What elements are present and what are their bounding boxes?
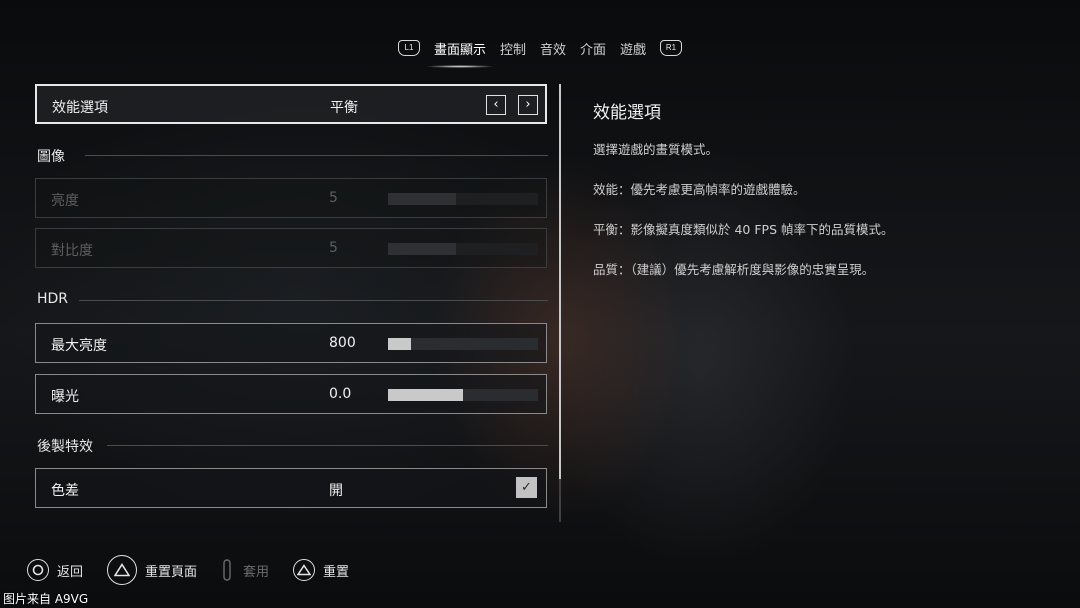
section-divider [107,445,548,446]
description-line: 品質：（建議）優先考慮解析度與影像的忠實呈現。 [593,262,875,277]
reset-label: 重置 [323,564,350,580]
setting-label: 色差 [51,483,79,499]
section-divider [79,300,548,301]
l1-button-icon[interactable]: L1 [397,40,420,56]
chevron-right-icon[interactable]: › [518,95,538,115]
setting-label: 亮度 [51,193,79,209]
apply-hint: 套用 [221,559,269,581]
slider-fill [388,243,456,255]
tab-controls[interactable]: 控制 [500,35,526,62]
setting-max-brightness[interactable]: 最大亮度 800 [35,323,547,363]
scrollbar-thumb[interactable] [559,84,561,479]
tab-interface[interactable]: 介面 [580,35,606,62]
reset-hint[interactable]: 重置 [293,559,349,581]
setting-performance-mode[interactable]: 效能選項 平衡 ‹ › [35,84,547,124]
image-credit: 图片来自 A9VG [3,592,89,606]
setting-value: 5 [329,240,338,256]
triangle-button-icon [107,555,138,585]
back-hint[interactable]: 返回 [27,559,83,581]
setting-chromatic-aberration[interactable]: 色差 開 ✓ [35,468,547,508]
section-title: 圖像 [37,149,65,165]
setting-label: 效能選項 [52,100,108,116]
r1-button-icon[interactable]: R1 [660,40,683,56]
back-label: 返回 [57,564,84,580]
section-title: HDR [37,291,69,307]
exposure-slider[interactable] [388,389,538,401]
section-header-post-processing: 後製特效 [35,436,548,456]
tab-display[interactable]: 畫面顯示 [424,35,495,68]
slider-fill [388,389,463,401]
description-line: 效能：優先考慮更高幀率的遊戲體驗。 [593,182,806,197]
setting-value: 平衡 [330,100,358,116]
setting-exposure[interactable]: 曝光 0.0 [35,374,547,414]
triangle-button-icon [293,559,316,581]
setting-value: 5 [329,190,338,206]
section-header-image: 圖像 [35,146,548,166]
setting-contrast: 對比度 5 [35,228,547,268]
setting-brightness: 亮度 5 [35,178,547,218]
description-title: 效能選項 [593,103,661,123]
max-brightness-slider[interactable] [388,338,538,350]
setting-label: 對比度 [51,243,93,259]
section-divider [85,155,548,156]
description-line: 選擇遊戲的畫質模式。 [593,142,719,157]
slider-fill [388,338,411,350]
apply-label: 套用 [243,564,270,580]
description-panel: 效能選項 選擇遊戲的畫質模式。 效能：優先考慮更高幀率的遊戲體驗。 平衡：影像擬… [593,98,1053,299]
checkbox-checked-icon[interactable]: ✓ [516,477,537,498]
circle-button-icon [27,559,49,581]
section-title: 後製特效 [37,439,93,455]
brightness-slider [388,193,538,205]
section-header-hdr: HDR [35,291,548,311]
slider-fill [388,193,456,205]
setting-value: 開 [329,483,343,499]
button-hint-bar: 返回 重置頁面 套用 重置 [27,555,373,585]
reset-page-label: 重置頁面 [145,564,198,580]
chevron-left-icon[interactable]: ‹ [486,95,506,115]
contrast-slider [388,243,538,255]
reset-page-hint[interactable]: 重置頁面 [107,555,197,585]
tab-audio[interactable]: 音效 [540,35,566,62]
setting-label: 曝光 [51,389,79,405]
setting-value: 0.0 [329,386,352,402]
setting-label: 最大亮度 [51,338,107,354]
tab-game[interactable]: 遊戲 [620,35,646,62]
touchpad-icon [221,559,233,581]
setting-value: 800 [329,335,356,351]
settings-tab-bar: L1 畫面顯示 控制 音效 介面 遊戲 R1 [0,34,1080,68]
description-line: 平衡：影像擬真度類似於 40 FPS 幀率下的品質模式。 [593,222,894,237]
